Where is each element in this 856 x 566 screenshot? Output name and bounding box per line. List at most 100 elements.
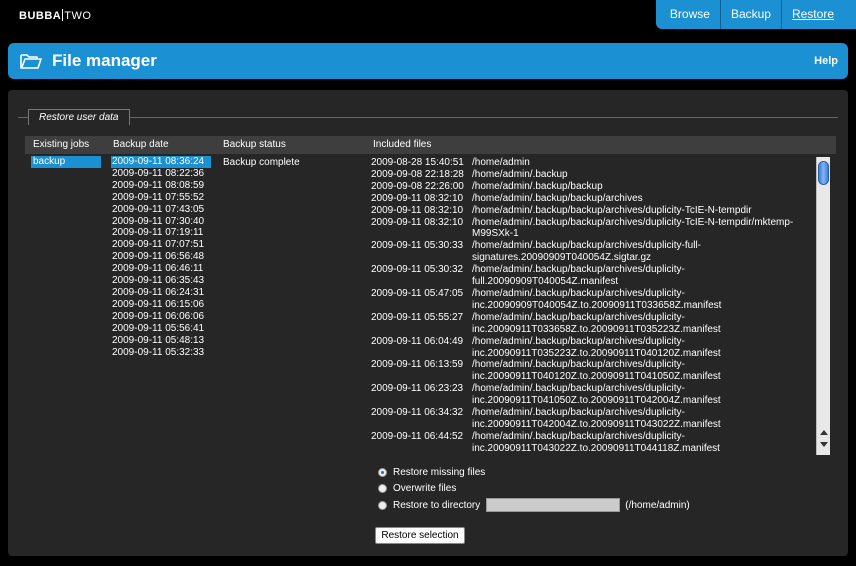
file-path: /home/admin/.backup/backup/archives/dupl… — [472, 383, 685, 395]
file-row: inc.20090911T033658Z.to.20090911T035223Z… — [371, 324, 818, 336]
restore-selection-button[interactable]: Restore selection — [375, 527, 465, 544]
backup-date-item[interactable]: 2009-09-11 08:36:24 — [111, 156, 211, 168]
scroll-down-arrow-icon[interactable] — [820, 442, 828, 447]
file-path: inc.20090909T040054Z.to.20090911T033658Z… — [472, 299, 722, 311]
file-row: 2009-09-11 06:44:52/home/admin/.backup/b… — [371, 431, 818, 443]
file-date: 2009-09-11 06:34:32 — [371, 407, 464, 419]
brand-part2: TWO — [64, 10, 92, 22]
file-path: /home/admin/.backup/backup/archives/dupl… — [472, 240, 701, 252]
file-row: inc.20090911T041050Z.to.20090911T042004Z… — [371, 395, 818, 407]
label-restore-missing: Restore missing files — [393, 466, 486, 478]
file-path: full.20090909T040054Z.manifest — [472, 276, 619, 288]
directory-hint: (/home/admin) — [625, 499, 690, 511]
file-date: 2009-09-11 06:23:23 — [371, 383, 464, 395]
backup-date-item[interactable]: 2009-09-11 05:56:41 — [111, 323, 211, 335]
file-row: 2009-09-11 06:13:59/home/admin/.backup/b… — [371, 359, 818, 371]
file-row: 2009-09-08 22:26:00/home/admin/.backup/b… — [371, 181, 818, 193]
backup-date-item[interactable]: 2009-09-11 06:15:06 — [111, 299, 211, 311]
backup-status: Backup complete — [223, 157, 300, 168]
file-path: /home/admin/.backup/backup/archives/dupl… — [472, 264, 685, 276]
dates-list: 2009-09-11 08:36:24 2009-09-11 08:22:36 20… — [111, 156, 211, 358]
file-row: 2009-08-28 15:40:51/home/admin — [371, 157, 818, 169]
label-overwrite: Overwrite files — [393, 482, 457, 494]
brand-logo: BUBBA TWO — [19, 9, 91, 22]
label-restore-to-dir: Restore to directory — [393, 499, 481, 511]
file-row: 2009-09-11 06:34:32/home/admin/.backup/b… — [371, 407, 818, 419]
file-path: inc.20090911T042004Z.to.20090911T043022Z… — [472, 418, 721, 430]
backup-date-item[interactable]: 2009-09-11 06:56:48 — [111, 251, 211, 263]
file-row: 2009-09-11 05:55:27/home/admin/.backup/b… — [371, 312, 818, 324]
backup-date-item[interactable]: 2009-09-11 07:19:11 — [111, 227, 211, 239]
file-row: 2009-09-11 06:23:23/home/admin/.backup/b… — [371, 383, 818, 395]
radio-overwrite[interactable] — [378, 483, 387, 493]
file-date: 2009-08-28 15:40:51 — [371, 157, 464, 168]
panel-legend: Restore user data — [28, 109, 130, 125]
folder-open-icon — [20, 54, 42, 69]
file-path: /home/admin/.backup/backup — [472, 180, 603, 192]
scrollbar-thumb[interactable] — [818, 161, 829, 185]
file-row: inc.20090909T040054Z.to.20090911T033658Z… — [371, 300, 818, 312]
top-bar: BUBBA TWO Browse Backup Restore — [0, 0, 856, 32]
top-navigation: Browse Backup Restore — [655, 0, 856, 29]
file-row: inc.20090911T043022Z.to.20090911T044118Z… — [371, 443, 818, 455]
backup-date-item[interactable]: 2009-09-11 08:22:36 — [111, 168, 211, 180]
file-date: 2009-09-11 08:32:10 — [371, 216, 464, 228]
file-path: /home/admin/.backup/backup/archives/dupl… — [472, 407, 685, 419]
scroll-up-arrow-icon[interactable] — [820, 430, 828, 435]
file-path: signatures.20090909T040054Z.sigtar.gz — [472, 252, 652, 264]
file-path: M99SXk-1 — [472, 228, 519, 240]
file-date: 2009-09-11 05:30:33 — [371, 240, 464, 252]
backup-date-item[interactable]: 2009-09-11 07:30:40 — [111, 216, 211, 228]
header-backup-date: Backup date — [113, 139, 169, 150]
backup-date-item[interactable]: 2009-09-11 06:35:43 — [111, 275, 211, 287]
header-existing-jobs: Existing jobs — [33, 139, 90, 150]
file-path: /home/admin/.backup/backup/archives/dupl… — [472, 216, 794, 228]
file-path: /home/admin/.backup/backup/archives/dupl… — [472, 335, 685, 347]
radio-restore-to-dir[interactable] — [378, 500, 387, 510]
backup-date-item[interactable]: 2009-09-11 06:24:31 — [111, 287, 211, 299]
fieldset-border — [18, 117, 838, 118]
file-date: 2009-09-11 06:04:49 — [371, 335, 464, 347]
backup-date-item[interactable]: 2009-09-11 07:55:52 — [111, 192, 211, 204]
backup-date-item[interactable]: 2009-09-11 07:07:51 — [111, 239, 211, 251]
file-row: signatures.20090909T040054Z.sigtar.gz — [371, 252, 818, 264]
file-date: 2009-09-11 08:32:10 — [371, 192, 464, 204]
file-row: 2009-09-08 22:18:28/home/admin/.backup — [371, 169, 818, 181]
file-row: 2009-09-11 05:30:33/home/admin/.backup/b… — [371, 240, 818, 252]
file-date: 2009-09-11 06:44:52 — [371, 430, 464, 442]
file-row: 2009-09-11 08:32:10/home/admin/.backup/b… — [371, 205, 818, 217]
directory-input[interactable] — [486, 498, 621, 512]
nav-backup[interactable]: Backup — [721, 0, 781, 29]
file-date: 2009-09-08 22:18:28 — [371, 168, 464, 180]
backup-date-item[interactable]: 2009-09-11 05:32:33 — [111, 347, 211, 359]
file-date: 2009-09-08 22:26:00 — [371, 180, 464, 192]
file-path: inc.20090911T033658Z.to.20090911T035223Z… — [472, 323, 721, 335]
file-row: 2009-09-11 06:04:49/home/admin/.backup/b… — [371, 336, 818, 348]
file-date: 2009-09-11 06:13:59 — [371, 359, 464, 371]
nav-browse[interactable]: Browse — [660, 0, 720, 29]
file-path: inc.20090911T035223Z.to.20090911T040120Z… — [472, 347, 721, 359]
radio-restore-missing[interactable] — [378, 467, 387, 477]
file-date: 2009-09-11 08:32:10 — [371, 204, 464, 216]
backup-date-item[interactable]: 2009-09-11 08:08:59 — [111, 180, 211, 192]
nav-restore[interactable]: Restore — [782, 0, 844, 29]
file-path: /home/admin/.backup/backup/archives/dupl… — [472, 430, 685, 442]
file-path: /home/admin — [472, 157, 530, 168]
help-link[interactable]: Help — [814, 55, 838, 67]
backup-date-item[interactable]: 2009-09-11 07:43:05 — [111, 204, 211, 216]
option-restore-to-dir[interactable]: Restore to directory (/home/admin) — [378, 498, 690, 512]
file-path: /home/admin/.backup/backup/archives/dupl… — [472, 311, 685, 323]
backup-date-item[interactable]: 2009-09-11 06:06:06 — [111, 311, 211, 323]
files-list[interactable]: 2009-08-28 15:40:51/home/admin 2009-09-08… — [371, 157, 818, 455]
header-included-files: Included files — [373, 139, 432, 150]
file-path: /home/admin/.backup/backup/archives/dupl… — [472, 287, 685, 299]
files-scrollbar[interactable] — [816, 157, 830, 455]
job-item[interactable]: backup — [31, 156, 101, 168]
backup-date-item[interactable]: 2009-09-11 06:46:11 — [111, 263, 211, 275]
title-bar: File manager Help — [8, 43, 848, 79]
option-restore-missing[interactable]: Restore missing files — [378, 465, 485, 479]
backup-date-item[interactable]: 2009-09-11 05:48:13 — [111, 335, 211, 347]
brand-part1: BUBBA — [19, 10, 62, 22]
option-overwrite[interactable]: Overwrite files — [378, 481, 456, 495]
file-date: 2009-09-11 05:30:32 — [371, 264, 464, 276]
